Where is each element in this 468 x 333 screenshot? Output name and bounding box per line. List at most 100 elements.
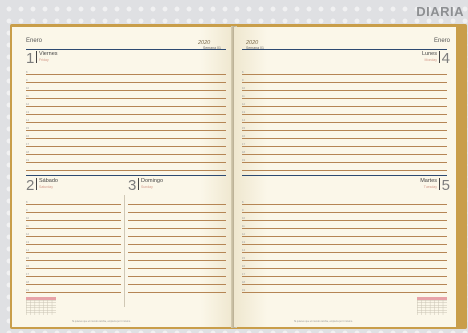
hour-label: 16 [242,135,245,138]
day-separator [242,49,447,50]
hour-label: 18 [26,281,29,284]
day-name-en: Friday [39,58,49,62]
ruled-line [128,212,226,213]
hour-label: 8 [242,201,244,204]
day-separator [242,175,447,176]
left-page: Enero 2020 Semana 01 1 Viernes Friday 89… [12,27,234,327]
ruled-line [242,212,447,213]
hour-label: 16 [26,265,29,268]
hour-label: 14 [26,249,29,252]
day-name-en: Saturday [39,185,54,189]
ruled-line [128,284,226,285]
hour-label: 12 [242,233,245,236]
hour-label: 13 [242,241,245,244]
hour-label: 13 [26,241,29,244]
ruled-line [242,146,447,147]
hour-label: 17 [26,143,29,146]
hour-label: 13 [26,111,29,114]
ruled-line [242,98,447,99]
hour-label: 18 [242,281,245,284]
hour-label: 8 [26,71,28,74]
ruled-line [242,252,447,253]
ruled-line [26,244,121,245]
ruled-line [242,162,447,163]
ruled-line [26,260,121,261]
hour-label: 19 [242,159,245,162]
hour-label: 15 [26,127,29,130]
ruled-line [26,170,226,171]
day-divider [138,178,139,190]
ruled-line [128,204,226,205]
hour-label: 9 [26,79,28,82]
ruled-line [26,204,121,205]
day-name: Viernes [39,51,58,57]
ruled-line [242,284,447,285]
month-title-left: Enero [26,38,43,44]
day-divider [439,51,440,63]
ruled-line [242,154,447,155]
ruled-line [128,292,226,293]
day-number: 5 [441,177,450,194]
hour-label: 14 [242,119,245,122]
day-divider [439,178,440,190]
hour-label: 17 [26,273,29,276]
hour-label: 11 [242,95,245,98]
ruled-line [242,260,447,261]
hour-label: 10 [242,217,245,220]
ruled-line [242,228,447,229]
hour-label: 13 [242,111,245,114]
day-number: 1 [26,50,35,67]
ruled-line [242,244,447,245]
ruled-line [128,260,226,261]
ruled-line [242,106,447,107]
ruled-line [26,284,121,285]
day-number: 3 [128,177,137,194]
hour-label: 19 [26,289,29,292]
ruled-line [26,276,121,277]
ruled-line [26,292,121,293]
ruled-line [128,268,226,269]
ruled-line [26,82,226,83]
footer-quote: Si quieres que el mundo cambie, empieza … [72,320,131,323]
ruled-line [242,268,447,269]
hour-label: 12 [26,233,29,236]
mini-calendar [26,297,56,315]
ruled-line [128,220,226,221]
column-divider [124,195,125,307]
ruled-line [26,146,226,147]
hour-label: 10 [26,87,29,90]
day-divider [36,178,37,190]
hour-label: 16 [26,135,29,138]
mini-calendar [417,297,447,315]
ruled-line [128,252,226,253]
ruled-line [242,292,447,293]
ruled-line [242,82,447,83]
day-divider [36,51,37,63]
day-separator [26,175,226,176]
hour-label: 9 [242,209,244,212]
day-number: 4 [441,50,450,67]
ruled-line [242,276,447,277]
hour-label: 9 [26,209,28,212]
footer-quote: Si quieres que el mundo cambie, empieza … [294,320,353,323]
ruled-line [26,220,121,221]
ruled-line [242,122,447,123]
day-separator [26,49,226,50]
hour-label: 10 [26,217,29,220]
ruled-line [128,276,226,277]
product-label: DIARIA [416,4,464,19]
hour-label: 18 [26,151,29,154]
ruled-line [242,138,447,139]
hour-label: 14 [26,119,29,122]
hour-label: 15 [26,257,29,260]
ruled-line [128,228,226,229]
hour-label: 11 [26,225,29,228]
ruled-line [26,154,226,155]
ruled-line [26,114,226,115]
hour-label: 12 [242,103,245,106]
hour-label: 11 [242,225,245,228]
right-page: 2020 Semana 01 Enero 4 Lunes Monday 8 9 10… [234,27,456,327]
ruled-line [26,90,226,91]
ruled-line [242,90,447,91]
day-name-en: Monday [424,58,437,62]
